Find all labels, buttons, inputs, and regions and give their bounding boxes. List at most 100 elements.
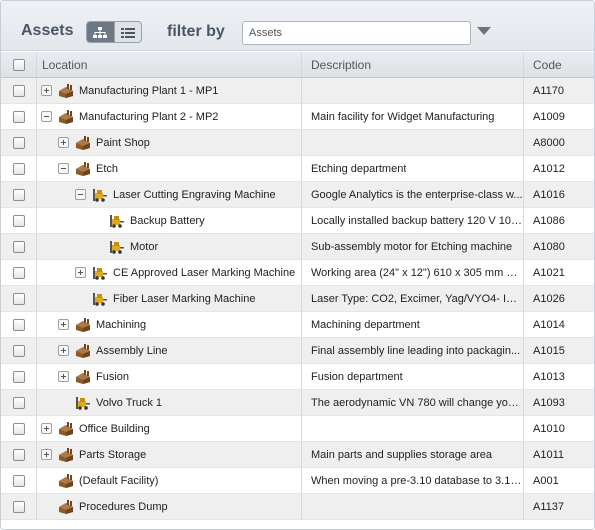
table-row[interactable]: Backup Battery Locally installed backup b… xyxy=(1,208,594,234)
table-row[interactable]: Laser Cutting Engraving Machine Google An… xyxy=(1,182,594,208)
description-cell: Laser Type: CO2, Excimer, Yag/VYO4- IR, … xyxy=(302,286,524,311)
location-name[interactable]: Backup Battery xyxy=(130,215,205,227)
location-name[interactable]: Etch xyxy=(96,163,118,175)
code-column-header[interactable]: Code xyxy=(524,52,594,77)
row-checkbox[interactable] xyxy=(13,396,25,409)
location-name[interactable]: Manufacturing Plant 1 - MP1 xyxy=(79,85,218,97)
row-checkbox[interactable] xyxy=(13,266,25,279)
table-row[interactable]: Fiber Laser Marking Machine Laser Type: C… xyxy=(1,286,594,312)
filter-dropdown-arrow-icon[interactable] xyxy=(477,27,491,35)
code-cell: A1015 xyxy=(533,344,565,357)
location-name[interactable]: Fiber Laser Marking Machine xyxy=(113,293,255,305)
location-name[interactable]: Office Building xyxy=(79,423,150,435)
filter-input[interactable] xyxy=(242,21,471,45)
code-cell: A1086 xyxy=(533,214,565,227)
expand-icon[interactable] xyxy=(58,319,69,330)
facility-icon xyxy=(58,109,74,124)
row-checkbox[interactable] xyxy=(13,344,25,357)
table-row[interactable]: Parts Storage Main parts and supplies sto… xyxy=(1,442,594,468)
table-row[interactable]: Machining Machining department A1014 xyxy=(1,312,594,338)
expand-icon[interactable] xyxy=(75,267,86,278)
location-cell: Manufacturing Plant 1 - MP1 xyxy=(37,78,302,103)
row-checkbox[interactable] xyxy=(13,318,25,331)
collapse-icon[interactable] xyxy=(75,189,86,200)
list-view-button[interactable] xyxy=(113,22,141,42)
location-cell: Backup Battery xyxy=(37,208,302,233)
row-checkbox[interactable] xyxy=(13,214,25,227)
table-row[interactable]: Fusion Fusion department A1013 xyxy=(1,364,594,390)
row-checkbox[interactable] xyxy=(13,110,25,123)
location-cell: Manufacturing Plant 2 - MP2 xyxy=(37,104,302,129)
location-cell: Motor xyxy=(37,234,302,259)
location-name[interactable]: Parts Storage xyxy=(79,449,146,461)
table-row[interactable]: Manufacturing Plant 2 - MP2 Main facility… xyxy=(1,104,594,130)
row-checkbox[interactable] xyxy=(13,500,25,513)
row-checkbox[interactable] xyxy=(13,422,25,435)
location-name[interactable]: Procedures Dump xyxy=(79,501,168,513)
expand-icon[interactable] xyxy=(41,85,52,96)
location-cell: Laser Cutting Engraving Machine xyxy=(37,182,302,207)
collapse-icon[interactable] xyxy=(58,163,69,174)
location-cell: Parts Storage xyxy=(37,442,302,467)
table-row[interactable]: Paint Shop A8000 xyxy=(1,130,594,156)
table-row[interactable]: Volvo Truck 1 The aerodynamic VN 780 will… xyxy=(1,390,594,416)
expand-icon[interactable] xyxy=(58,137,69,148)
facility-icon xyxy=(75,161,91,176)
row-checkbox[interactable] xyxy=(13,136,25,149)
description-text: Fusion department xyxy=(311,370,403,383)
code-cell: A1011 xyxy=(533,448,564,461)
select-all-cell xyxy=(1,52,37,77)
table-row[interactable]: Motor Sub-assembly motor for Etching mach… xyxy=(1,234,594,260)
location-name[interactable]: Assembly Line xyxy=(96,345,168,357)
location-name[interactable]: Volvo Truck 1 xyxy=(96,397,162,409)
location-cell: CE Approved Laser Marking Machine xyxy=(37,260,302,285)
row-checkbox[interactable] xyxy=(13,370,25,383)
row-checkbox[interactable] xyxy=(13,240,25,253)
table-row[interactable]: Manufacturing Plant 1 - MP1 A1170 xyxy=(1,78,594,104)
code-cell: A1170 xyxy=(533,84,564,97)
row-checkbox[interactable] xyxy=(13,448,25,461)
row-checkbox[interactable] xyxy=(13,292,25,305)
description-cell: Google Analytics is the enterprise-class… xyxy=(302,182,524,207)
table-row[interactable]: Etch Etching department A1012 xyxy=(1,156,594,182)
location-column-header[interactable]: Location xyxy=(37,52,302,77)
location-name[interactable]: Laser Cutting Engraving Machine xyxy=(113,189,276,201)
location-name[interactable]: Paint Shop xyxy=(96,137,150,149)
table-row[interactable]: Assembly Line Final assembly line leading… xyxy=(1,338,594,364)
facility-icon xyxy=(58,447,74,462)
description-cell: When moving a pre-3.10 database to 3.10.… xyxy=(302,468,524,493)
expand-icon[interactable] xyxy=(58,345,69,356)
row-checkbox[interactable] xyxy=(13,84,25,97)
location-cell: Paint Shop xyxy=(37,130,302,155)
table-row[interactable]: Office Building A1010 xyxy=(1,416,594,442)
location-cell: Procedures Dump xyxy=(37,494,302,519)
expand-icon[interactable] xyxy=(58,371,69,382)
collapse-icon[interactable] xyxy=(41,111,52,122)
location-name[interactable]: CE Approved Laser Marking Machine xyxy=(113,267,295,279)
row-checkbox-cell xyxy=(1,468,37,493)
description-column-header[interactable]: Description xyxy=(302,52,524,77)
row-checkbox[interactable] xyxy=(13,162,25,175)
tree-view-button[interactable] xyxy=(87,22,114,42)
description-cell: Fusion department xyxy=(302,364,524,389)
row-checkbox-cell xyxy=(1,156,37,181)
location-name[interactable]: Motor xyxy=(130,241,158,253)
page-title: Assets xyxy=(21,22,74,39)
row-checkbox[interactable] xyxy=(13,188,25,201)
location-name[interactable]: Machining xyxy=(96,319,146,331)
location-name[interactable]: (Default Facility) xyxy=(79,475,158,487)
code-cell: A1010 xyxy=(533,422,565,435)
row-checkbox-cell xyxy=(1,364,37,389)
location-name[interactable]: Fusion xyxy=(96,371,129,383)
row-checkbox-cell xyxy=(1,78,37,103)
table-row[interactable]: Procedures Dump A1137 xyxy=(1,494,594,520)
table-row[interactable]: CE Approved Laser Marking Machine Working… xyxy=(1,260,594,286)
expand-icon[interactable] xyxy=(41,449,52,460)
description-text: Sub-assembly motor for Etching machine xyxy=(311,240,513,253)
select-all-checkbox[interactable] xyxy=(13,58,25,71)
expand-icon[interactable] xyxy=(41,423,52,434)
location-name[interactable]: Manufacturing Plant 2 - MP2 xyxy=(79,111,218,123)
table-row[interactable]: (Default Facility) When moving a pre-3.10… xyxy=(1,468,594,494)
row-checkbox[interactable] xyxy=(13,474,25,487)
description-text: Laser Type: CO2, Excimer, Yag/VYO4- IR, … xyxy=(311,292,523,305)
